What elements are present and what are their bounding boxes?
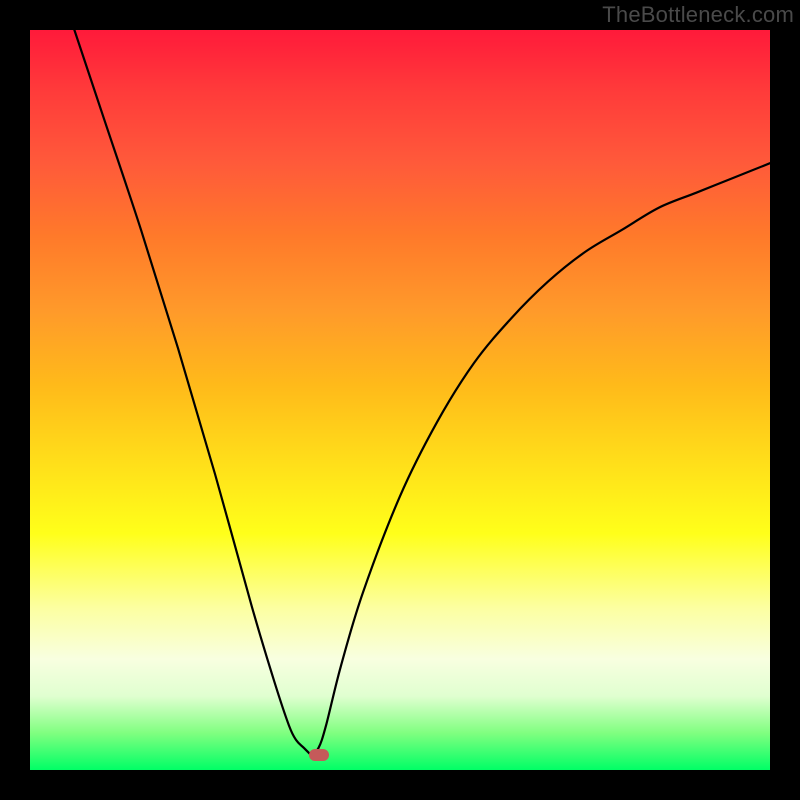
minimum-marker xyxy=(309,749,329,761)
watermark-text: TheBottleneck.com xyxy=(602,2,794,28)
curve-right-branch xyxy=(311,163,770,755)
chart-frame: TheBottleneck.com xyxy=(0,0,800,800)
plot-area xyxy=(30,30,770,770)
curve-svg xyxy=(30,30,770,770)
curve-left-branch xyxy=(74,30,311,755)
